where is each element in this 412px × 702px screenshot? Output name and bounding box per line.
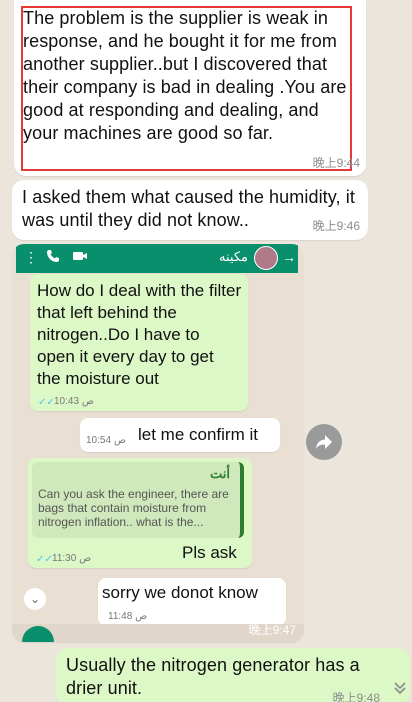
incoming-message[interactable]: The problem is the supplier is weak in r… [14, 0, 366, 176]
screenshot-message: How do I deal with the filter that left … [30, 274, 248, 411]
screenshot-message: sorry we donot know 11:48 ص [98, 578, 286, 626]
forward-icon[interactable] [306, 424, 342, 460]
quote-author: أنت [210, 466, 230, 481]
chevron-double-down-icon[interactable] [388, 678, 412, 702]
contact-name: مكينه [219, 249, 248, 264]
double-check-icon: ✓✓ [36, 554, 53, 565]
screenshot-message-time: 10:54 ص [86, 435, 126, 446]
screenshot-message-time: 11:30 ص [52, 553, 92, 564]
screenshot-message-text: let me confirm it [138, 425, 258, 444]
screenshot-image: ⋮ مكينه → How do I deal with the filter … [12, 244, 304, 642]
message-time: 晚上9:46 [312, 219, 360, 233]
incoming-message[interactable]: I asked them what caused the humidity, i… [12, 180, 368, 240]
screenshot-message-time: 11:48 ص [108, 611, 148, 622]
screenshot-message: let me confirm it 10:54 ص [80, 418, 280, 452]
message-time: 晚上9:48 [332, 691, 380, 702]
quote-text: Can you ask the engineer, there are bags… [38, 487, 229, 529]
avatar [254, 246, 278, 270]
double-check-icon: ✓✓ [38, 397, 55, 408]
chevron-down-icon: ⌄ [24, 588, 46, 610]
screenshot-header: ⋮ مكينه → [16, 244, 298, 273]
outgoing-message[interactable]: Usually the nitrogen generator has a dri… [56, 648, 410, 702]
screenshot-message-text: Pls ask [182, 543, 237, 562]
quoted-message: أنت Can you ask the engineer, there are … [32, 462, 244, 538]
message-text: I asked them what caused the humidity, i… [22, 187, 355, 230]
screenshot-message-text: sorry we donot know [102, 583, 258, 602]
message-time: 晚上9:44 [312, 156, 360, 170]
screenshot-message: أنت Can you ask the engineer, there are … [28, 458, 252, 568]
message-time: 晚上9:47 [248, 623, 296, 637]
phone-icon [46, 249, 60, 266]
more-icon: ⋮ [24, 249, 38, 265]
screenshot-message-time: 10:43 ص [54, 396, 94, 407]
arrow-right-icon: → [282, 249, 296, 265]
image-message[interactable]: ⋮ مكينه → How do I deal with the filter … [12, 244, 304, 642]
chat-thread: The problem is the supplier is weak in r… [0, 0, 412, 702]
message-text: The problem is the supplier is weak in r… [23, 8, 347, 143]
screenshot-message-text: How do I deal with the filter that left … [37, 281, 242, 388]
video-icon [72, 249, 88, 266]
